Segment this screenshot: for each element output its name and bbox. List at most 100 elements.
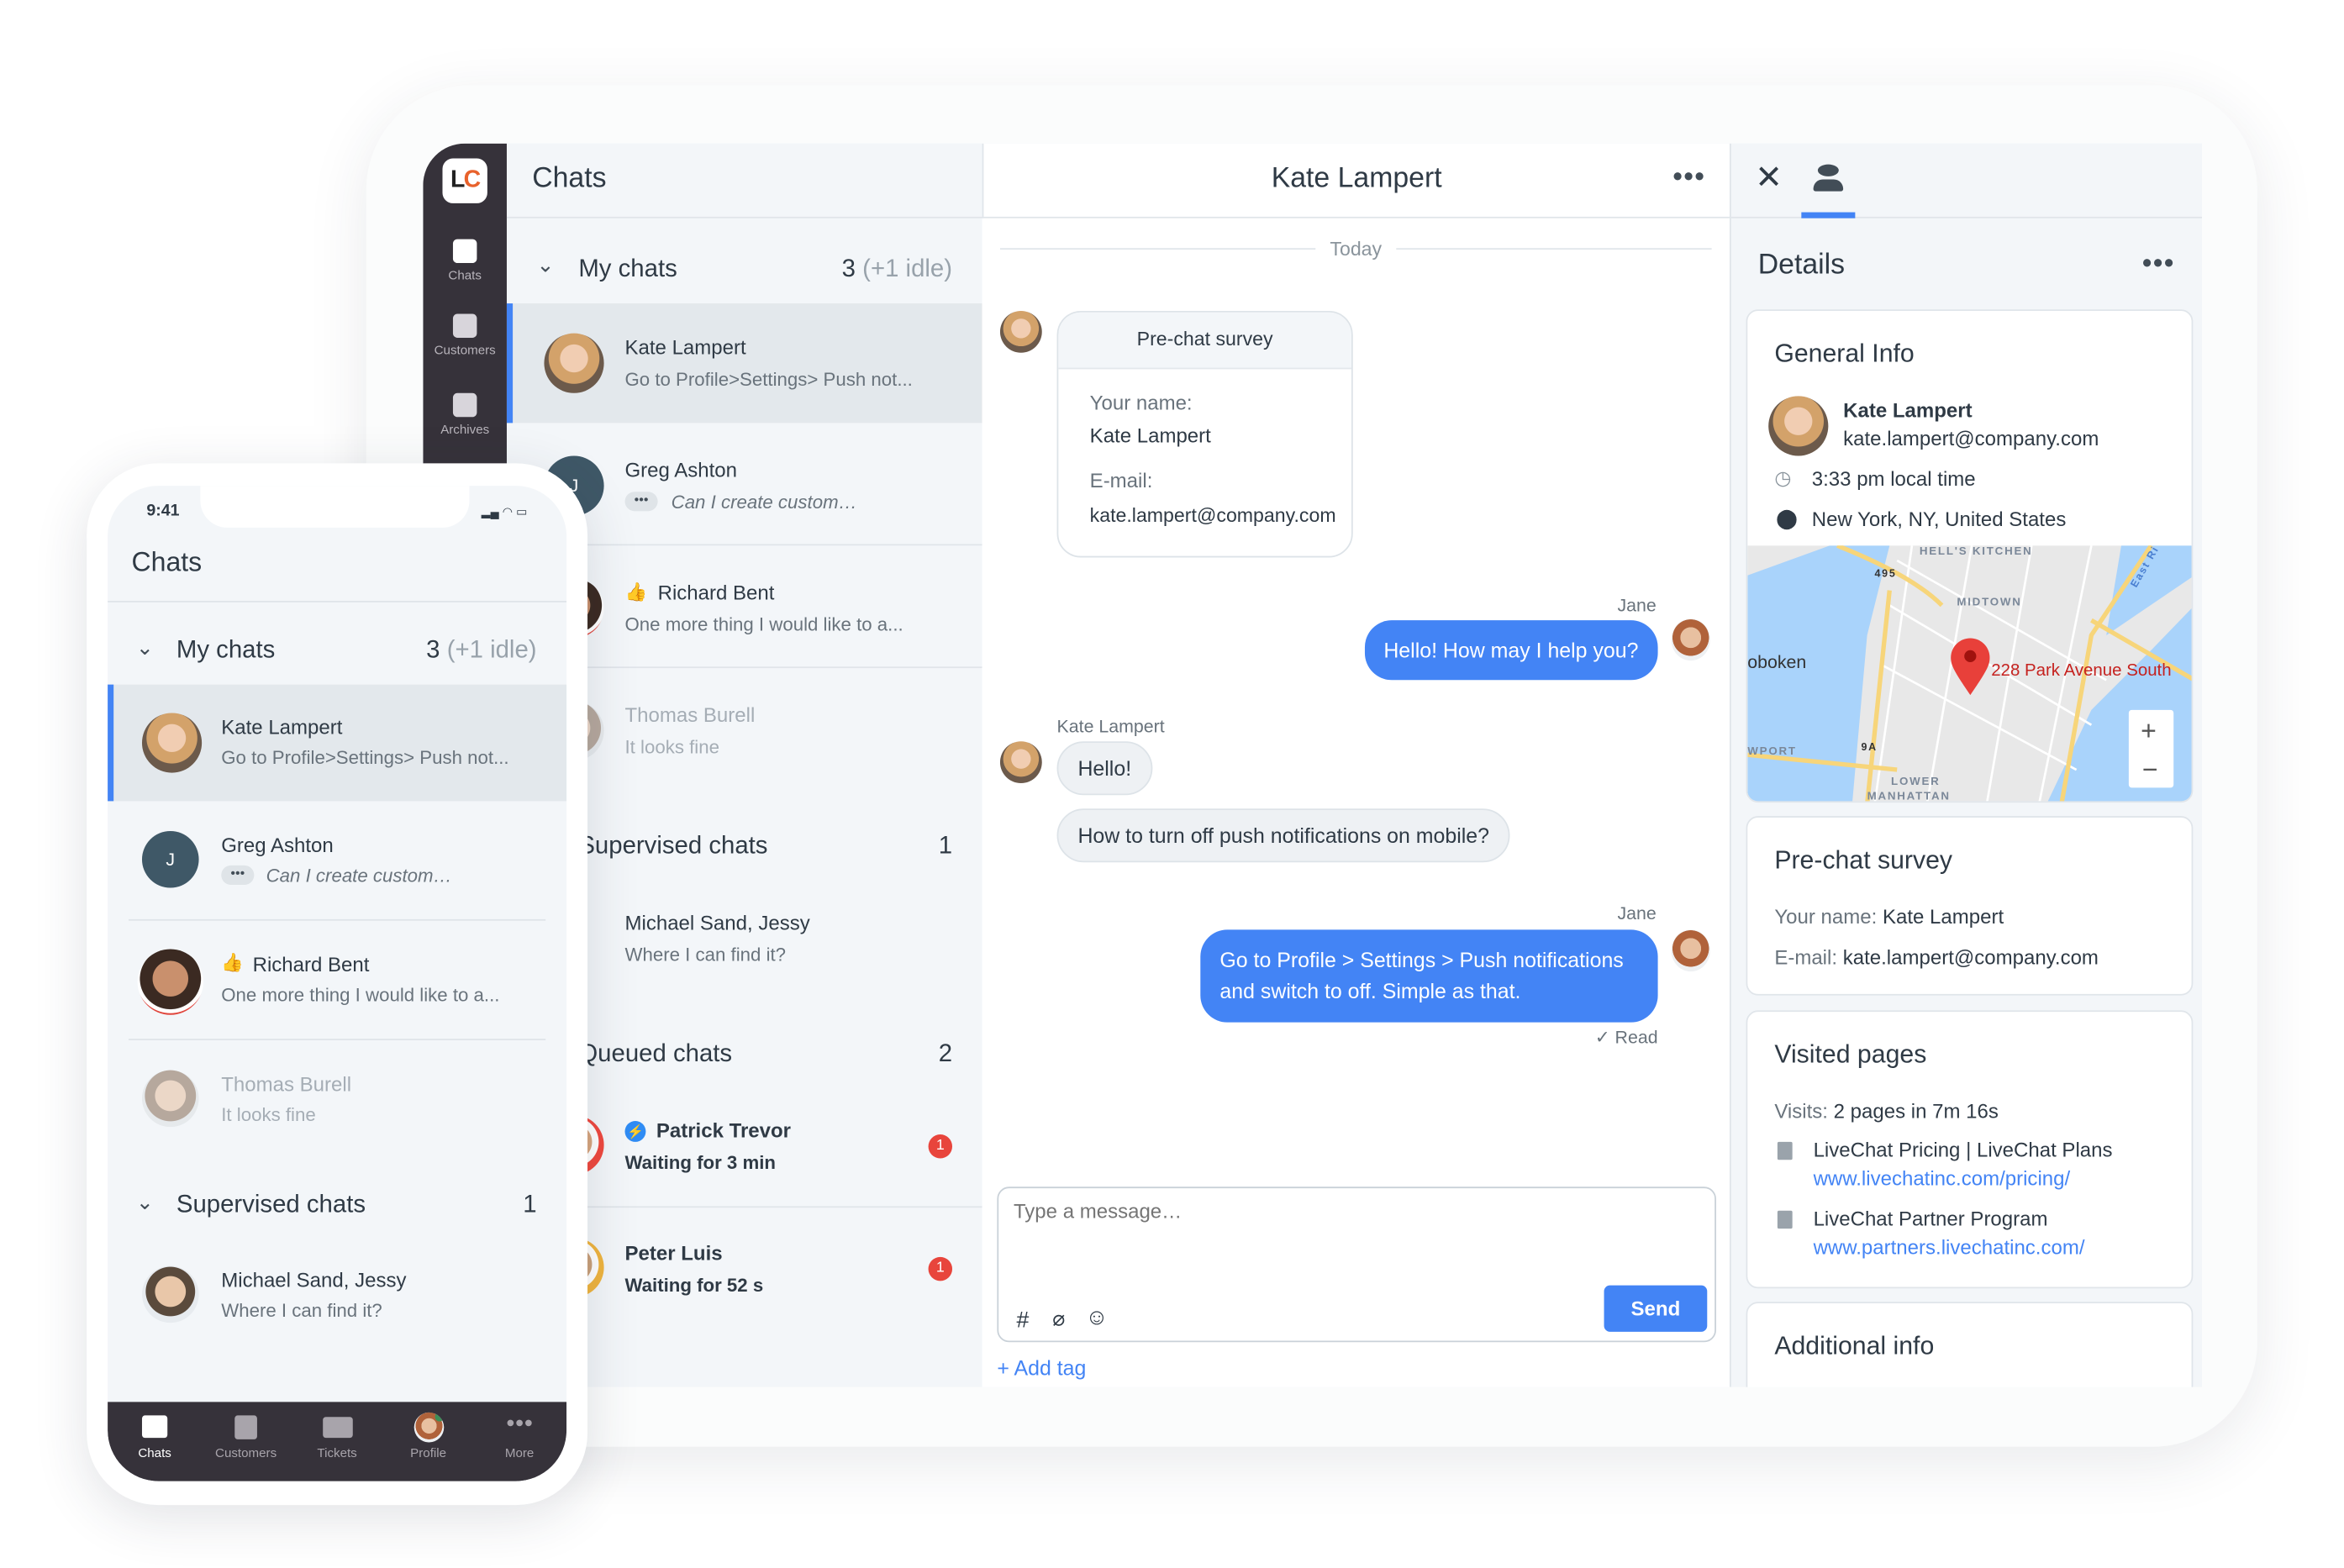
- supervised-count: 1: [523, 1191, 537, 1218]
- survey-title: Pre-chat survey: [1058, 312, 1351, 370]
- nav-more[interactable]: ●●● More: [474, 1415, 566, 1460]
- map-label: LOWER: [1891, 775, 1941, 787]
- survey-value: Kate Lampert: [1882, 905, 2004, 929]
- divider: [128, 918, 546, 921]
- chat-preview: Can I create custom…: [266, 865, 452, 887]
- mobile-chat-row-richard[interactable]: 👍 Richard Bent One more thing I would li…: [108, 922, 566, 1039]
- chevron-down-icon[interactable]: ⌄: [537, 253, 555, 278]
- unread-badge: 1: [928, 1256, 953, 1281]
- mobile-chat-row-michael[interactable]: Michael Sand, Jessy Where I can find it?: [108, 1238, 566, 1355]
- mobile-chat-row-greg[interactable]: J Greg Ashton ••• Can I create custom…: [108, 802, 566, 919]
- typing-indicator-icon: •••: [624, 492, 658, 512]
- mobile-phone: 9:41 ▂▄ ◠ ▭ Chats ⌄ My chats 3 (+1 idle)…: [87, 463, 588, 1506]
- more-options-icon[interactable]: •••: [1673, 161, 1706, 192]
- hashtag-icon[interactable]: #: [1017, 1308, 1030, 1333]
- mobile-chat-row-kate[interactable]: Kate Lampert Go to Profile>Settings> Pus…: [108, 684, 567, 802]
- chevron-down-icon[interactable]: ⌄: [136, 1190, 154, 1215]
- date-separator: Today: [982, 237, 1730, 260]
- livechat-logo: LC: [442, 158, 487, 203]
- status-time: 9:41: [146, 502, 180, 520]
- rail-item-archives[interactable]: Archives: [423, 392, 507, 437]
- page-url-link[interactable]: www.livechatinc.com/pricing/: [1814, 1167, 2071, 1190]
- card-title: Visited pages: [1774, 1039, 1927, 1069]
- divider: [108, 601, 567, 602]
- more-dots-icon: ●●●: [505, 1415, 534, 1432]
- ticket-icon: [322, 1417, 352, 1439]
- my-chats-header[interactable]: My chats: [578, 255, 677, 284]
- count: 3: [426, 636, 440, 664]
- mobile-chat-row-thomas[interactable]: Thomas Burell It looks fine: [108, 1042, 566, 1159]
- card-title: Pre-chat survey: [1774, 845, 1953, 875]
- avatar: [999, 741, 1042, 784]
- nav-customers[interactable]: Customers: [200, 1415, 292, 1460]
- rail-item-customers[interactable]: Customers: [423, 313, 507, 357]
- message-composer[interactable]: # ⌀ ☺ Send: [997, 1187, 1716, 1343]
- count: 3: [841, 255, 856, 283]
- mobile-screen: 9:41 ▂▄ ◠ ▭ Chats ⌄ My chats 3 (+1 idle)…: [108, 486, 567, 1481]
- nav-tickets[interactable]: Tickets: [292, 1415, 383, 1460]
- chat-title: Kate Lampert: [982, 143, 1730, 218]
- queued-chats-header[interactable]: Queued chats: [578, 1040, 732, 1069]
- nav-profile[interactable]: Profile: [382, 1412, 474, 1460]
- survey-label: E-mail:: [1774, 945, 1838, 969]
- mobile-bottom-nav: Chats Customers Tickets Profile ●●● More: [108, 1402, 567, 1481]
- avatar: [999, 310, 1042, 353]
- page-url-link[interactable]: www.partners.livechatinc.com/: [1814, 1236, 2085, 1259]
- rail-item-chats[interactable]: Chats: [423, 239, 507, 283]
- clock-icon: ◷: [1774, 466, 1792, 489]
- add-tag-link[interactable]: + Add tag: [997, 1355, 1086, 1379]
- rail-label: Archives: [440, 421, 490, 437]
- nav-label: Tickets: [317, 1445, 357, 1460]
- supervised-chats-header[interactable]: Supervised chats: [578, 833, 767, 861]
- map-label: WPORT: [1747, 745, 1797, 757]
- avatar: [141, 713, 203, 773]
- chat-name: Greg Ashton: [624, 459, 738, 481]
- chat-preview: Waiting for 3 min: [624, 1152, 777, 1174]
- chat-name: Richard Bent: [657, 581, 775, 604]
- date-label: Today: [1314, 237, 1397, 260]
- customer-name: Kate Lampert: [1843, 398, 1973, 422]
- person-icon-body: [1813, 179, 1844, 192]
- online-status-dot: [434, 1412, 444, 1422]
- message-author: Jane: [1617, 902, 1657, 924]
- rail-label: Chats: [448, 267, 482, 283]
- zoom-in-button[interactable]: +: [2141, 715, 2157, 745]
- map-label: oboken: [1747, 652, 1806, 672]
- chat-name: Thomas Burell: [624, 703, 756, 727]
- map-label: MIDTOWN: [1957, 595, 2021, 608]
- tab-customer-details[interactable]: [1801, 144, 1856, 218]
- paperclip-icon[interactable]: ⌀: [1052, 1307, 1065, 1332]
- avatar: J: [141, 830, 199, 888]
- message-author: Jane: [1617, 594, 1657, 616]
- survey-value: Kate Lampert: [1089, 424, 1211, 447]
- send-button[interactable]: Send: [1604, 1285, 1708, 1332]
- app-window: LC Chats Customers Archives Chats ⌄ My c…: [423, 143, 2203, 1387]
- close-icon[interactable]: ✕: [1755, 159, 1783, 197]
- supervised-chats-header[interactable]: Supervised chats: [176, 1192, 366, 1220]
- more-options-icon[interactable]: •••: [2142, 248, 2175, 279]
- page-icon: [1777, 1141, 1793, 1160]
- nav-label: Profile: [410, 1445, 447, 1460]
- nav-label: Customers: [215, 1445, 277, 1460]
- chat-row-kate[interactable]: Kate Lampert Go to Profile>Settings> Pus…: [506, 303, 982, 424]
- messenger-icon: ⚡: [624, 1121, 646, 1142]
- message-input[interactable]: [1013, 1200, 1582, 1223]
- my-chats-count: 3 (+1 idle): [842, 255, 952, 284]
- phone-notch: [200, 486, 470, 528]
- my-chats-header[interactable]: My chats: [176, 637, 275, 666]
- map-pin-dot: [1964, 650, 1977, 662]
- location-map[interactable]: HELL'S KITCHEN MIDTOWN WPORT LOWER MANHA…: [1747, 545, 2193, 802]
- local-time: 3:33 pm local time: [1811, 467, 1976, 491]
- chat-bubbles-icon: [141, 1415, 168, 1439]
- chevron-down-icon[interactable]: ⌄: [136, 635, 154, 660]
- page-title: LiveChat Pricing | LiveChat Plans: [1813, 1139, 2113, 1162]
- chat-name: Peter Luis: [624, 1242, 723, 1265]
- emoji-icon[interactable]: ☺: [1085, 1305, 1108, 1330]
- zoom-out-button[interactable]: −: [2142, 755, 2158, 785]
- chat-preview: Waiting for 52 s: [624, 1275, 764, 1297]
- chat-preview: Where I can find it?: [624, 944, 787, 966]
- nav-chats[interactable]: Chats: [109, 1415, 201, 1460]
- route-shield: 495: [1874, 568, 1896, 580]
- chat-preview: Can I create custom…: [671, 492, 857, 513]
- general-info-card: General Info Kate Lampert kate.lampert@c…: [1746, 309, 2194, 803]
